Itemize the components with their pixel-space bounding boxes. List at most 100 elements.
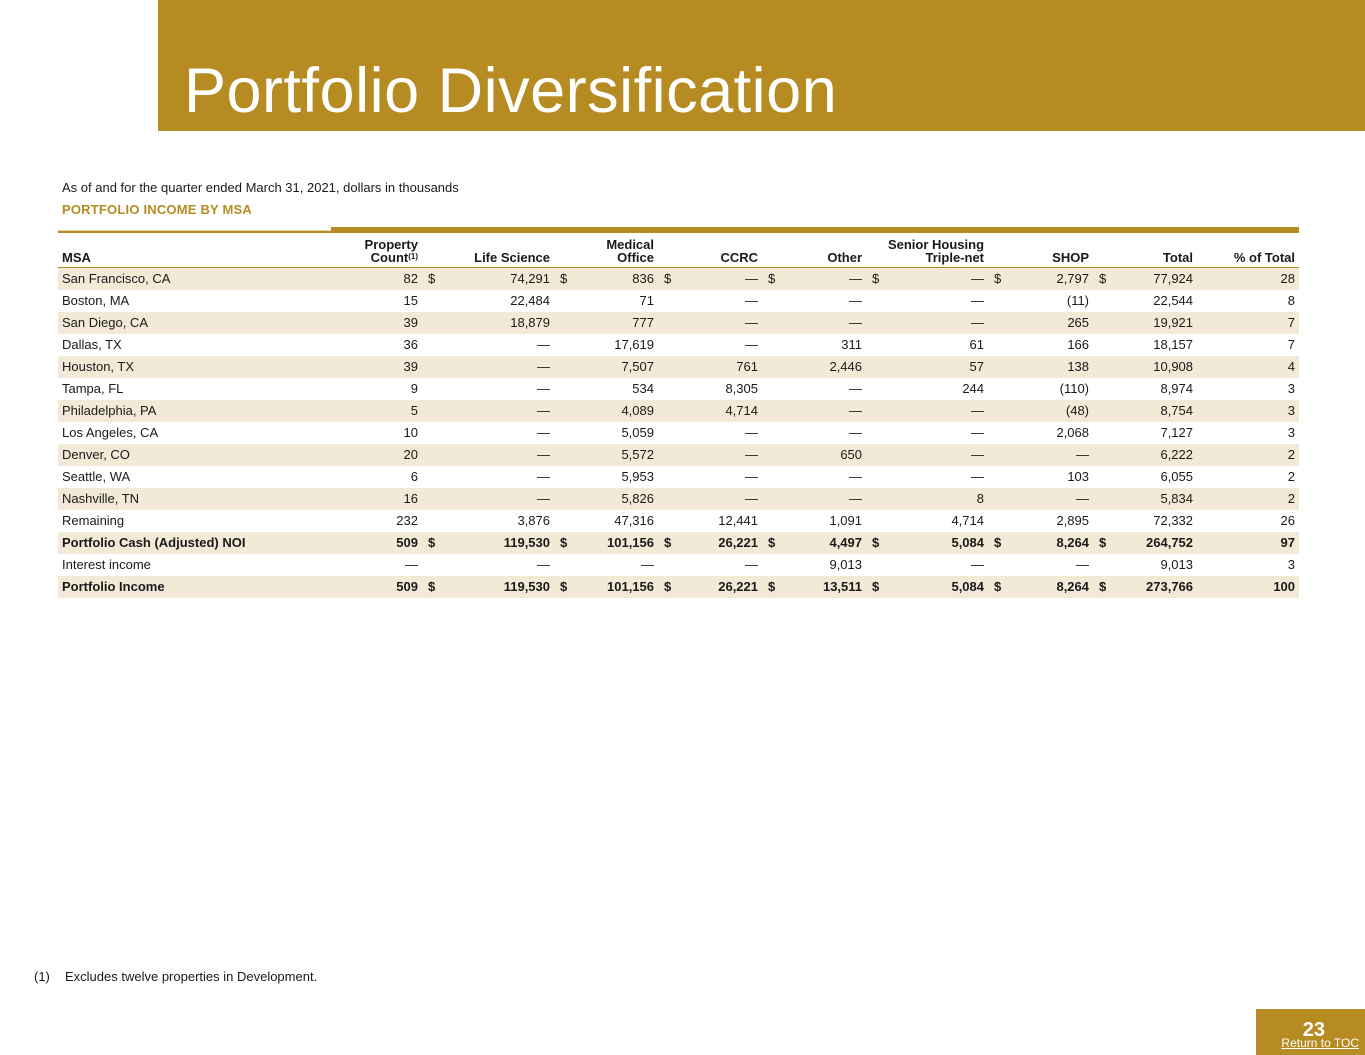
cell-currency-symbol xyxy=(554,311,574,334)
cell-senior-housing-triple-net: — xyxy=(886,311,989,334)
cell-life-science: — xyxy=(442,487,554,510)
cell-currency-symbol xyxy=(1093,487,1114,510)
cell-ccrc: 761 xyxy=(678,355,762,378)
cell-currency-symbol xyxy=(762,422,782,444)
cell-life-science: 119,530 xyxy=(442,531,554,554)
title-banner: Portfolio Diversification xyxy=(158,0,1365,131)
cell-msa: Boston, MA xyxy=(62,293,130,308)
cell-currency-symbol xyxy=(658,355,678,378)
cell-currency-symbol xyxy=(658,290,678,312)
cell-pct-total: 3 xyxy=(1287,557,1296,572)
cell-currency-symbol xyxy=(988,422,1008,444)
cell-pct-total: 2 xyxy=(1197,487,1300,510)
cell-other: — xyxy=(849,469,863,484)
cell-msa: San Diego, CA xyxy=(58,311,276,334)
cell-currency-symbol: $ xyxy=(1093,575,1114,598)
cell-currency-symbol: $ xyxy=(762,531,782,554)
cell-medical-office: 7,507 xyxy=(574,355,658,378)
cell-medical-office: 777 xyxy=(574,311,658,334)
cell-currency-symbol: $ xyxy=(554,575,574,598)
cell-property-count: 20 xyxy=(276,443,422,466)
cell-other: 1,091 xyxy=(829,513,863,528)
cell-currency-symbol xyxy=(1093,399,1114,422)
cell-currency-symbol xyxy=(988,334,1008,356)
cell-currency-symbol xyxy=(866,466,886,488)
cell-currency-symbol xyxy=(988,378,1008,400)
cell-life-science: 74,291 xyxy=(442,267,554,290)
cell-currency-symbol xyxy=(988,510,1008,532)
cell-ccrc: — xyxy=(745,293,758,308)
cell-currency-symbol xyxy=(988,311,1009,334)
cell-currency-symbol xyxy=(658,510,678,532)
cell-medical-office: 5,826 xyxy=(574,487,658,510)
cell-total: 8,974 xyxy=(1160,381,1194,396)
cell-msa: Dallas, TX xyxy=(62,337,122,352)
cell-pct-total: 3 xyxy=(1287,381,1296,396)
cell-currency-symbol xyxy=(1093,466,1113,488)
cell-total: 8,754 xyxy=(1113,399,1198,422)
cell-property-count: 16 xyxy=(276,487,422,510)
cell-senior-housing-triple-net: — xyxy=(886,443,989,466)
cell-pct-total: 3 xyxy=(1197,399,1300,422)
cell-property-count: 39 xyxy=(276,311,422,334)
cell-msa: Interest income xyxy=(62,557,151,572)
cell-life-science: 18,879 xyxy=(442,311,554,334)
cell-total: 10,908 xyxy=(1113,355,1198,378)
cell-medical-office: 101,156 xyxy=(574,575,658,598)
cell-currency-symbol xyxy=(762,487,782,510)
cell-currency-symbol: $ xyxy=(1093,531,1114,554)
cell-life-science: — xyxy=(442,399,554,422)
cell-pct-total: 4 xyxy=(1197,355,1300,378)
table-header-row: MSA Property Count(1) Life Science Medica… xyxy=(58,236,1300,268)
cell-currency-symbol xyxy=(866,554,886,576)
cell-msa: Seattle, WA xyxy=(62,469,131,484)
header-life-science: Life Science xyxy=(422,236,554,268)
cell-currency-symbol xyxy=(762,466,782,488)
cell-currency-symbol xyxy=(866,290,886,312)
cell-currency-symbol xyxy=(554,334,574,356)
cell-currency-symbol xyxy=(554,554,574,576)
cell-currency-symbol xyxy=(762,311,782,334)
cell-senior-housing-triple-net: — xyxy=(886,399,989,422)
cell-currency-symbol xyxy=(1093,355,1114,378)
cell-currency-symbol xyxy=(554,422,574,444)
cell-property-count: — xyxy=(405,557,418,572)
cell-currency-symbol xyxy=(866,378,886,400)
cell-currency-symbol xyxy=(988,443,1009,466)
header-shop: SHOP xyxy=(988,236,1094,268)
cell-currency-symbol xyxy=(658,399,678,422)
cell-property-count: 10 xyxy=(403,425,418,440)
header-senior-housing-triple-net: Senior Housing Triple-net xyxy=(866,236,989,268)
header-property-count: Property Count(1) xyxy=(276,236,422,268)
cell-msa: Nashville, TN xyxy=(58,487,276,510)
cell-senior-housing-triple-net: 5,084 xyxy=(886,575,989,598)
return-to-toc-link[interactable]: Return to TOC xyxy=(1281,1036,1359,1050)
cell-currency-symbol xyxy=(866,422,886,444)
cell-currency-symbol xyxy=(422,510,442,532)
cell-total: 77,924 xyxy=(1113,267,1198,290)
cell-currency-symbol xyxy=(554,487,574,510)
section-rule xyxy=(58,227,1299,233)
cell-medical-office: 534 xyxy=(632,381,654,396)
cell-currency-symbol xyxy=(988,290,1008,312)
cell-ccrc: — xyxy=(745,337,758,352)
cell-ccrc: 26,221 xyxy=(678,575,762,598)
cell-shop: 103 xyxy=(1067,469,1090,484)
cell-currency-symbol xyxy=(1093,290,1113,312)
cell-ccrc: 4,714 xyxy=(678,399,762,422)
cell-msa: Philadelphia, PA xyxy=(58,399,276,422)
table-row: Remaining 232 3,876 47,316 12,441 1,091 4,714 2… xyxy=(58,510,1299,532)
cell-currency-symbol xyxy=(658,487,678,510)
cell-currency-symbol xyxy=(554,378,574,400)
cell-currency-symbol: $ xyxy=(988,531,1009,554)
cell-msa: Portfolio Cash (Adjusted) NOI xyxy=(58,531,276,554)
footnote: (1) Excludes twelve properties in Develop… xyxy=(34,969,317,984)
cell-shop: 8,264 xyxy=(1008,575,1094,598)
cell-currency-symbol xyxy=(422,311,442,334)
table-row: Seattle, WA 6 — 5,953 — — — 103 6,055 2 xyxy=(58,466,1299,488)
cell-other: — xyxy=(849,381,863,396)
cell-medical-office: 5,953 xyxy=(621,469,654,484)
cell-currency-symbol xyxy=(658,378,678,400)
cell-currency-symbol: $ xyxy=(422,267,442,290)
table-row: Dallas, TX 36 — 17,619 — 311 61 166 18,157 7 xyxy=(58,334,1299,356)
